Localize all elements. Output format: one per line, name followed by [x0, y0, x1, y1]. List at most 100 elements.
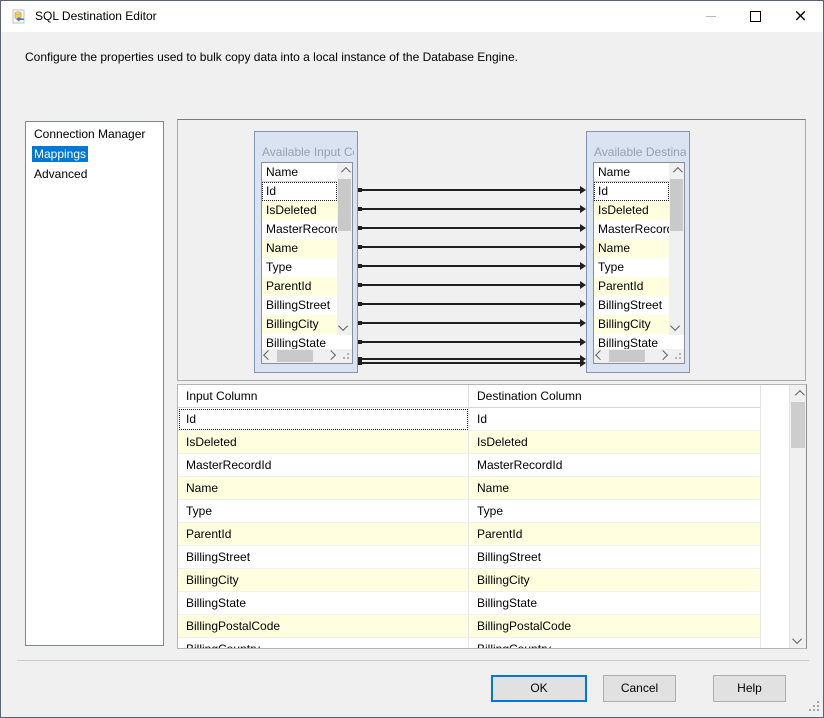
scrollbar-thumb[interactable]	[670, 179, 683, 231]
input-list-name-header[interactable]: Name	[262, 163, 337, 182]
scroll-left-button[interactable]	[262, 349, 276, 363]
grid-cell-input-type[interactable]: Type	[178, 500, 469, 523]
mapping-connector-billingcity[interactable]	[358, 322, 580, 324]
help-button[interactable]: Help	[713, 675, 786, 702]
scroll-up-button[interactable]	[337, 163, 352, 178]
grid-row-billingcity: BillingCityBillingCity	[178, 569, 790, 592]
destination-list-horizontal-scrollbar[interactable]	[594, 349, 671, 363]
column-item-name[interactable]: Name	[262, 239, 337, 258]
mapping-connector-billingstreet[interactable]	[358, 303, 580, 305]
grid-row-billingcountry: BillingCountryBillingCountry	[178, 638, 790, 648]
scrollbar-thumb[interactable]	[338, 179, 351, 231]
grid-header-destination-column: Destination Column	[469, 385, 761, 408]
grid-cell-input-isdeleted[interactable]: IsDeleted	[178, 431, 469, 454]
grid-cell-destination-parentid[interactable]: ParentId	[469, 523, 761, 546]
column-item-masterrecordid[interactable]: MasterRecordId	[262, 220, 337, 239]
list-resize-grip[interactable]	[339, 349, 352, 363]
column-item-billingstreet[interactable]: BillingStreet	[594, 296, 669, 315]
sidebar-item-advanced[interactable]: Advanced	[26, 164, 163, 184]
grid-cell-input-billingpostalcode[interactable]: BillingPostalCode	[178, 615, 469, 638]
grid-cell-input-id[interactable]: Id	[178, 408, 469, 431]
column-item-parentid[interactable]: ParentId	[594, 277, 669, 296]
close-button[interactable]: ×	[778, 1, 823, 32]
column-item-id[interactable]: Id	[262, 182, 337, 201]
grid-cell-input-masterrecordid[interactable]: MasterRecordId	[178, 454, 469, 477]
sidebar-item-mappings[interactable]: Mappings	[26, 144, 163, 164]
editor-pages-list: Connection ManagerMappingsAdvanced	[25, 121, 164, 646]
mapping-grid: Input ColumnDestination Column IdIdIsDel…	[177, 384, 807, 649]
grid-cell-input-billingcountry[interactable]: BillingCountry	[178, 638, 469, 648]
grid-cell-destination-billingstreet[interactable]: BillingStreet	[469, 546, 761, 569]
scroll-left-button[interactable]	[594, 349, 608, 363]
chevron-right-icon	[658, 350, 668, 360]
available-destination-columns-box[interactable]: Available Destinati... Name IdIsDeletedM…	[586, 131, 690, 373]
available-input-columns-title: Available Input Col...	[262, 145, 354, 159]
grid-cell-input-name[interactable]: Name	[178, 477, 469, 500]
grid-cell-input-billingstate[interactable]: BillingState	[178, 592, 469, 615]
column-item-billingstate[interactable]: BillingState	[594, 334, 669, 349]
grid-header-input-column: Input Column	[178, 385, 469, 408]
column-item-isdeleted[interactable]: IsDeleted	[594, 201, 669, 220]
grid-cell-destination-billingcountry[interactable]: BillingCountry	[469, 638, 761, 648]
ok-button[interactable]: OK	[491, 675, 587, 702]
input-list-horizontal-scrollbar[interactable]	[262, 349, 339, 363]
grid-cell-input-billingstreet[interactable]: BillingStreet	[178, 546, 469, 569]
available-input-columns-box[interactable]: Available Input Col... Name IdIsDeletedM…	[254, 131, 358, 373]
scrollbar-thumb[interactable]	[609, 350, 645, 362]
mapping-connector-billingcountry[interactable]	[358, 362, 580, 364]
cancel-button[interactable]: Cancel	[603, 675, 676, 702]
title-bar: SQL Destination Editor ×	[1, 1, 823, 32]
grid-cell-input-parentid[interactable]: ParentId	[178, 523, 469, 546]
column-item-name[interactable]: Name	[594, 239, 669, 258]
grid-cell-destination-masterrecordid[interactable]: MasterRecordId	[469, 454, 761, 477]
column-item-billingstate[interactable]: BillingState	[262, 334, 337, 349]
mapping-connector-isdeleted[interactable]	[358, 208, 580, 210]
scroll-right-button[interactable]	[325, 349, 339, 363]
column-item-type[interactable]: Type	[262, 258, 337, 277]
grid-cell-destination-billingstate[interactable]: BillingState	[469, 592, 761, 615]
column-item-billingcity[interactable]: BillingCity	[594, 315, 669, 334]
column-item-type[interactable]: Type	[594, 258, 669, 277]
grid-cell-destination-name[interactable]: Name	[469, 477, 761, 500]
sidebar-item-connection-manager[interactable]: Connection Manager	[26, 124, 163, 144]
column-item-billingstreet[interactable]: BillingStreet	[262, 296, 337, 315]
mapping-connector-name[interactable]	[358, 246, 580, 248]
grid-cell-destination-type[interactable]: Type	[469, 500, 761, 523]
input-list-vertical-scrollbar[interactable]	[337, 163, 352, 335]
scroll-up-button[interactable]	[669, 163, 684, 178]
mapping-connector-billingstate[interactable]	[358, 341, 580, 343]
grid-cell-destination-isdeleted[interactable]: IsDeleted	[469, 431, 761, 454]
column-item-masterrecordid[interactable]: MasterRecordId	[594, 220, 669, 239]
scroll-up-button[interactable]	[790, 385, 806, 401]
scrollbar-thumb[interactable]	[791, 402, 805, 448]
mapping-connector-parentid[interactable]	[358, 284, 580, 286]
mapping-connector-billingpostalcode[interactable]	[358, 358, 580, 360]
window-resize-grip[interactable]	[807, 699, 819, 711]
scroll-right-button[interactable]	[657, 349, 671, 363]
grid-cell-input-billingcity[interactable]: BillingCity	[178, 569, 469, 592]
scroll-down-button[interactable]	[337, 320, 352, 335]
scrollbar-thumb[interactable]	[277, 350, 313, 362]
maximize-button[interactable]	[733, 1, 778, 32]
destination-list-vertical-scrollbar[interactable]	[669, 163, 684, 335]
grid-row-id: IdId	[178, 408, 790, 431]
mapping-connector-id[interactable]	[358, 189, 580, 191]
scroll-down-button[interactable]	[669, 320, 684, 335]
mapping-connector-masterrecordid[interactable]	[358, 227, 580, 229]
grid-row-billingstate: BillingStateBillingState	[178, 592, 790, 615]
column-item-id[interactable]: Id	[594, 182, 669, 201]
list-resize-grip[interactable]	[671, 349, 684, 363]
scroll-down-button[interactable]	[790, 632, 806, 648]
grid-row-billingpostalcode: BillingPostalCodeBillingPostalCode	[178, 615, 790, 638]
grid-cell-destination-billingpostalcode[interactable]: BillingPostalCode	[469, 615, 761, 638]
sql-destination-editor-dialog: SQL Destination Editor × Configure the p…	[0, 0, 824, 718]
grid-cell-destination-billingcity[interactable]: BillingCity	[469, 569, 761, 592]
column-item-parentid[interactable]: ParentId	[262, 277, 337, 296]
mapping-connector-type[interactable]	[358, 265, 580, 267]
grid-vertical-scrollbar[interactable]	[789, 385, 806, 648]
column-item-billingcity[interactable]: BillingCity	[262, 315, 337, 334]
column-item-isdeleted[interactable]: IsDeleted	[262, 201, 337, 220]
grid-cell-destination-id[interactable]: Id	[469, 408, 761, 431]
chevron-down-icon	[792, 634, 802, 644]
destination-list-name-header[interactable]: Name	[594, 163, 669, 182]
